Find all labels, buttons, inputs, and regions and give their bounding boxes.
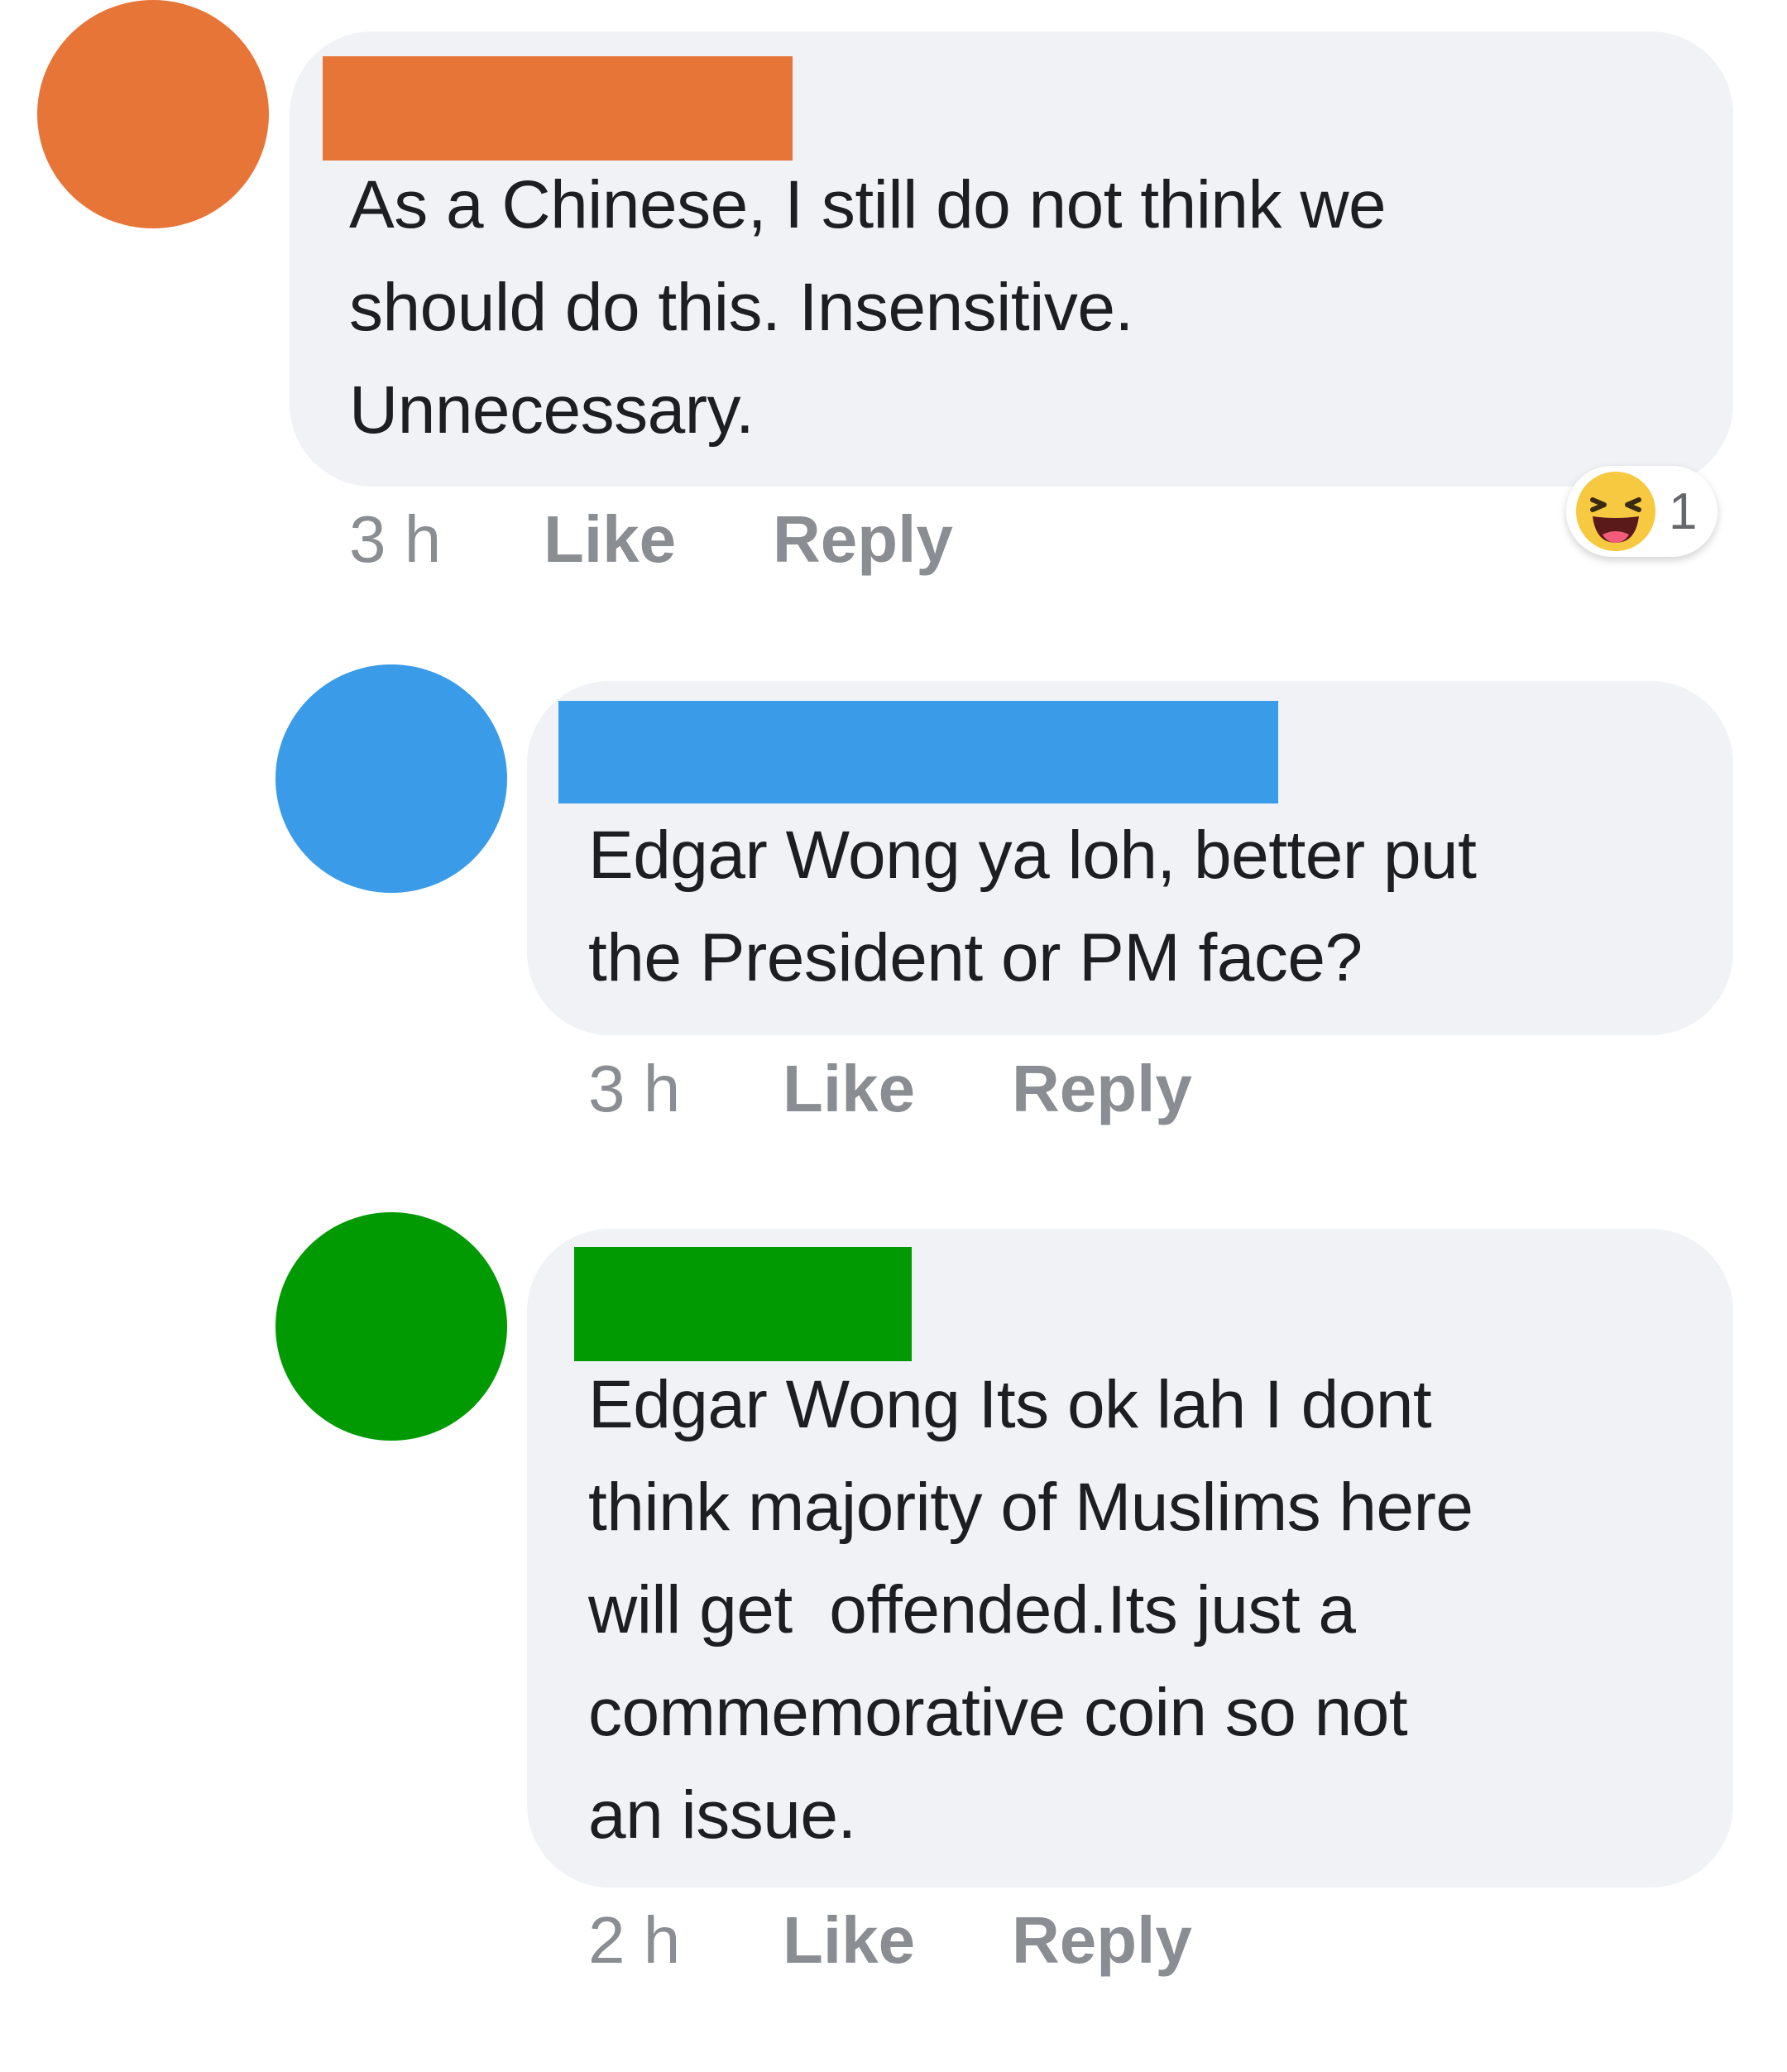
comment-text: Edgar Wong ya loh, better put the Presid… <box>588 818 1477 995</box>
reply-button[interactable]: Reply <box>1012 1903 1192 1978</box>
comment-actions: 3 h Like Reply <box>349 502 1094 577</box>
reply-button[interactable]: Reply <box>1012 1052 1192 1126</box>
comment-text: Edgar Wong Its ok lah I dont think major… <box>588 1367 1473 1853</box>
comment-actions: 3 h Like Reply <box>588 1052 1333 1126</box>
redacted-author-name <box>574 1247 912 1361</box>
avatar[interactable] <box>275 664 507 893</box>
comment-timestamp: 2 h <box>588 1903 681 1977</box>
comment-text: As a Chinese, I still do not think we sh… <box>349 167 1387 448</box>
like-button[interactable]: Like <box>783 1903 915 1978</box>
comment-actions: 2 h Like Reply <box>588 1903 1333 1978</box>
reply-button[interactable]: Reply <box>773 502 953 577</box>
redacted-author-name <box>323 56 793 161</box>
like-button[interactable]: Like <box>783 1052 915 1126</box>
avatar[interactable] <box>37 0 269 228</box>
comment-timestamp: 3 h <box>588 1052 681 1125</box>
like-button[interactable]: Like <box>544 502 676 577</box>
reaction-count: 1 <box>1669 482 1698 540</box>
redacted-author-name <box>558 701 1278 803</box>
avatar[interactable] <box>275 1212 507 1441</box>
haha-emoji-icon <box>1576 472 1655 551</box>
reaction-summary[interactable]: 1 <box>1566 466 1718 557</box>
comment-timestamp: 3 h <box>349 502 442 576</box>
